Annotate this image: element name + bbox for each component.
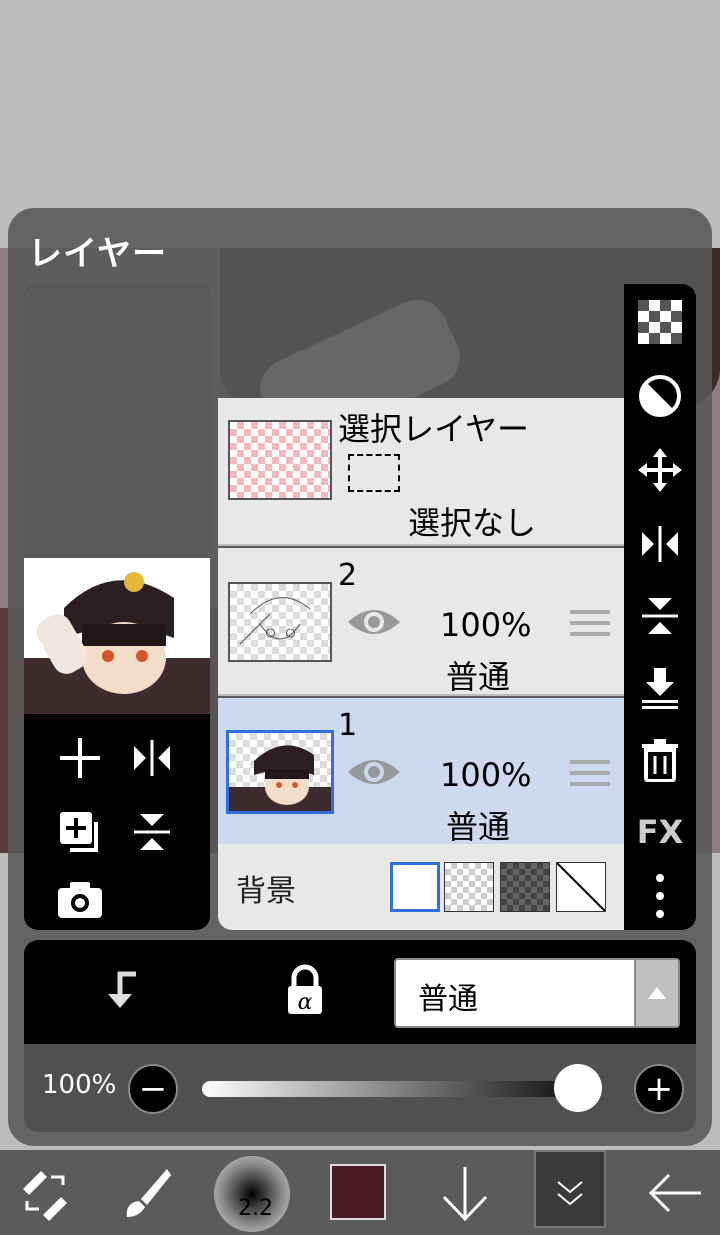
more-options-button[interactable] <box>630 866 690 926</box>
background-white-swatch[interactable] <box>390 862 440 912</box>
merge-down-button[interactable] <box>630 658 690 718</box>
arrow-down-icon <box>442 1166 488 1221</box>
background-transparent-light-swatch[interactable] <box>444 862 494 912</box>
duplicate-layer-button[interactable] <box>50 802 110 862</box>
eye-icon[interactable] <box>346 754 402 790</box>
flip-vertical-icon <box>642 598 678 634</box>
drag-handle-icon[interactable] <box>570 760 610 790</box>
download-button[interactable] <box>430 1150 500 1235</box>
duplicate-icon <box>60 812 98 852</box>
panel-title: レイヤー <box>28 234 167 274</box>
opacity-bar: 100% − + <box>24 1044 696 1132</box>
flip-horizontal-button[interactable] <box>122 728 182 788</box>
flip-vertical-icon <box>134 814 170 850</box>
layer-opacity: 100% <box>440 756 532 794</box>
double-chevron-down-icon <box>557 1181 583 1206</box>
layer-thumbnail <box>226 730 334 814</box>
plus-icon <box>60 738 100 778</box>
brush-tool-button[interactable] <box>110 1150 180 1235</box>
selection-layer-status: 選択なし <box>408 504 537 542</box>
flip-horizontal-icon <box>134 740 170 776</box>
background-none-swatch[interactable] <box>556 862 606 912</box>
brush-size-label: 2.2 <box>238 1196 273 1221</box>
invert-button[interactable] <box>630 366 690 426</box>
camera-icon <box>58 882 102 918</box>
alpha-lock-button[interactable]: α <box>280 964 330 1018</box>
clipping-button[interactable] <box>96 966 146 1016</box>
blend-mode-select[interactable]: 普通 <box>394 958 680 1028</box>
alpha-lock-icon: α <box>288 964 322 1015</box>
selection-marquee-icon <box>348 454 400 492</box>
fx-button[interactable]: FX <box>630 802 690 862</box>
contrast-circle-icon <box>639 375 681 417</box>
background-transparent-dark-swatch[interactable] <box>500 862 550 912</box>
layer-side-toolbar: FX <box>624 284 696 930</box>
move-button[interactable] <box>630 440 690 500</box>
layer-opacity: 100% <box>440 606 532 644</box>
opacity-label: 100% <box>42 1070 117 1100</box>
camera-import-button[interactable] <box>50 870 110 930</box>
transparency-lock-button[interactable] <box>630 292 690 352</box>
layer-row[interactable]: 1 100% 普通 <box>218 698 624 846</box>
color-swatch[interactable] <box>330 1164 386 1220</box>
background-row: 背景 <box>218 844 624 930</box>
layers-panel-toggle[interactable] <box>534 1150 606 1228</box>
blend-bar: α 普通 <box>24 940 696 1044</box>
layer-number: 2 <box>338 558 358 593</box>
move-arrows-icon <box>638 448 682 492</box>
background-label: 背景 <box>236 874 296 909</box>
delete-layer-button[interactable] <box>630 730 690 790</box>
blend-mode-value: 普通 <box>418 982 478 1017</box>
tool-switch-icon <box>23 1170 67 1221</box>
trash-icon <box>642 739 678 782</box>
brush-icon <box>126 1168 171 1217</box>
layers-list: 選択レイヤー 選択なし 2 100% 普通 1 100% 普通 背景 FX <box>218 284 696 930</box>
dropdown-arrow-icon <box>634 960 678 1026</box>
layer-number: 1 <box>338 708 358 743</box>
selection-layer-thumbnail <box>228 420 332 500</box>
back-button[interactable] <box>640 1150 710 1235</box>
opacity-decrease-button[interactable]: − <box>128 1064 178 1114</box>
bottom-toolbar: 2.2 <box>0 1150 720 1235</box>
opacity-slider-track[interactable] <box>202 1081 602 1097</box>
layer-row[interactable]: 2 100% 普通 <box>218 548 624 696</box>
preview-empty-area <box>24 284 210 558</box>
flip-horizontal-icon <box>642 526 678 562</box>
add-layer-button[interactable] <box>50 728 110 788</box>
flip-horizontal-side-button[interactable] <box>630 514 690 574</box>
clipping-arrow-icon <box>108 971 136 1008</box>
arrow-left-icon <box>648 1173 701 1212</box>
layer-panel: レイヤー 選択レイヤー 選択なし 2 100% 普通 1 100% 普通 背景 … <box>8 208 712 1146</box>
eye-icon[interactable] <box>346 604 402 640</box>
selection-layer-row[interactable]: 選択レイヤー 選択なし <box>218 398 624 546</box>
selection-layer-title: 選択レイヤー <box>338 410 530 448</box>
vertical-ellipsis-icon <box>656 874 664 918</box>
merge-down-icon <box>642 668 678 709</box>
layer-preview-column <box>24 284 210 930</box>
layer-thumbnail <box>228 582 332 662</box>
drag-handle-icon[interactable] <box>570 610 610 640</box>
checkerboard-icon <box>638 300 682 344</box>
opacity-increase-button[interactable]: + <box>634 1064 684 1114</box>
layer-tools-grid <box>24 714 210 930</box>
opacity-slider-thumb[interactable] <box>554 1064 602 1112</box>
layer-blend-mode: 普通 <box>446 658 511 696</box>
svg-text:α: α <box>298 990 313 1015</box>
flip-vertical-side-button[interactable] <box>630 586 690 646</box>
layers-list-top-spacer <box>218 284 624 398</box>
flip-vertical-button[interactable] <box>122 802 182 862</box>
canvas-preview-image <box>24 558 210 714</box>
tool-switch-button[interactable] <box>10 1150 80 1235</box>
layer-blend-mode: 普通 <box>446 808 511 846</box>
